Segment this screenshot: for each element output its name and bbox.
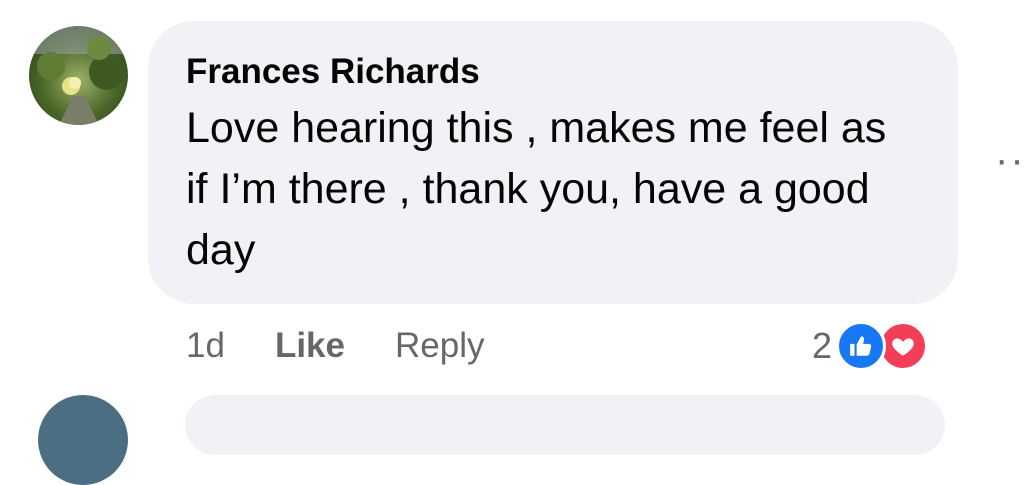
reaction-count: 2 bbox=[812, 325, 833, 366]
comment-timestamp[interactable]: 1d bbox=[186, 326, 225, 366]
comment-text: Love hearing this , makes me feel as if … bbox=[186, 104, 887, 274]
reactions-summary[interactable]: 2 bbox=[812, 318, 929, 374]
avatar[interactable] bbox=[29, 26, 128, 125]
comment-author[interactable]: Frances Richards bbox=[186, 50, 480, 94]
reply-button[interactable]: Reply bbox=[395, 326, 484, 366]
like-button[interactable]: Like bbox=[275, 326, 345, 366]
comment-actions: 1d Like Reply bbox=[186, 322, 484, 370]
next-comment-bubble bbox=[185, 395, 945, 455]
profile-photo bbox=[29, 26, 128, 125]
ellipsis-icon[interactable]: ·· bbox=[995, 140, 1024, 180]
like-reaction-icon bbox=[836, 321, 887, 371]
next-comment-avatar[interactable] bbox=[38, 395, 128, 485]
